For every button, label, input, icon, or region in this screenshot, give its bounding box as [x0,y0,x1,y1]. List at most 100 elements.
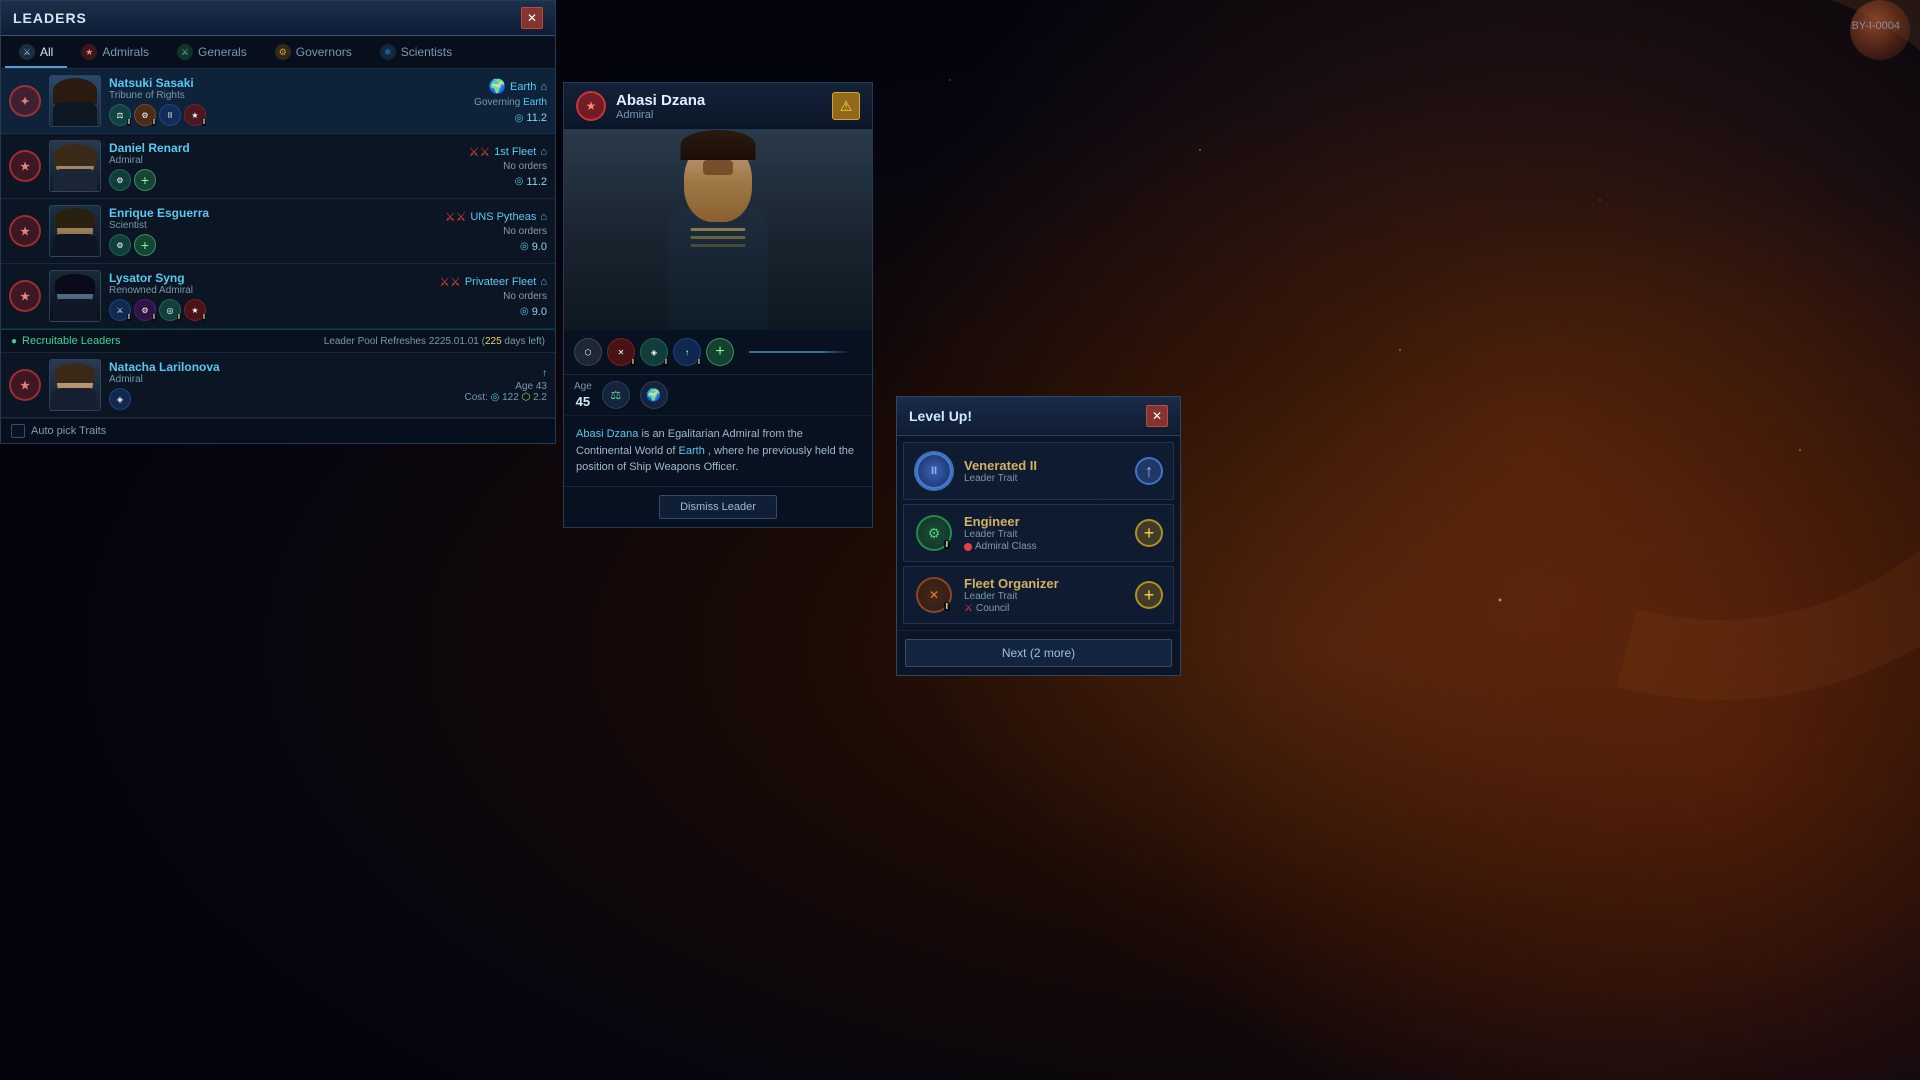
recruitables-title: ● Recruitable Leaders [11,335,121,347]
detail-stats-row: Age 45 ⚖ 🌍 [564,375,872,416]
levelup-title: Level Up! [909,408,972,424]
detail-traits-row: ⬡ ✕I ◈I ↑I + [564,330,872,375]
engineer-trait-name: Engineer [964,514,1125,529]
venerated-trait-icon: II [914,451,954,491]
tab-all-label: All [40,45,53,59]
leader-xp: ◎ 9.0 [427,241,547,253]
leader-list: ✦ Natsuki Sasaki Tribune of Rights ⚖I ⚙I… [1,69,555,329]
leader-assignment: ⚔⚔ Privateer Fleet ⌂ No orders ◎ 9.0 [427,275,547,318]
tab-governors-label: Governors [296,45,352,59]
detail-trait-xp: ↑I [673,338,701,366]
cost-energy-icon: ◎ [491,392,500,403]
next-button[interactable]: Next (2 more) [905,639,1172,667]
recruitable-leader-item[interactable]: ★ Natacha Larilonova Admiral ◈ ↑ Age 43 … [1,353,555,418]
leaders-close-button[interactable]: ✕ [521,7,543,29]
leader-xp: ◎ 11.2 [427,112,547,124]
leader-traits: ⚔I ⚙I ◎I ★I [109,299,419,321]
leader-item[interactable]: ★ Daniel Renard Admiral ⚙ + ⚔⚔ [1,134,555,199]
tab-all-icon: ⚔ [19,44,35,60]
tab-scientists[interactable]: ⚛ Scientists [366,38,466,68]
xp-icon: ◎ [520,306,529,317]
trait-option-fleet-organizer[interactable]: ✕ I Fleet Organizer Leader Trait ⚔ Counc… [903,566,1174,624]
tab-admirals-icon: ★ [81,44,97,60]
fleet-organizer-trait-type: Leader Trait [964,591,1125,602]
engineer-trait-req: Admiral Class [964,541,1125,552]
checkbox[interactable] [11,424,25,438]
leader-traits: ◈ [109,388,419,410]
assignment-location: Earth [510,81,536,93]
leader-class: Renowned Admiral [109,285,419,296]
tab-admirals[interactable]: ★ Admirals [67,38,163,68]
add-trait-button[interactable]: + [134,234,156,256]
leader-portrait [49,140,101,192]
engineer-trait-info: Engineer Leader Trait Admiral Class [964,514,1125,552]
leader-class: Admiral [109,155,419,166]
leader-rank-icon: ★ [9,369,41,401]
leader-rank-icon: ★ [9,150,41,182]
fleet-organizer-trait-req: ⚔ Council [964,603,1125,614]
tab-generals[interactable]: ⚔ Generals [163,38,261,68]
assignment-sub: No orders [427,226,547,237]
trait-icon: ★I [184,104,206,126]
levelup-close-button[interactable]: ✕ [1146,405,1168,427]
leader-name: Daniel Renard [109,141,419,155]
governing-label: Governing [474,97,523,108]
detail-header: ★ Abasi Dzana Admiral ⚠ [564,83,872,130]
tab-all[interactable]: ⚔ All [5,38,67,68]
next-btn-bar: Next (2 more) [897,630,1180,675]
trait-icon: ⚙ [109,234,131,256]
leader-assignment: ⚔⚔ UNS Pytheas ⌂ No orders ◎ 9.0 [427,210,547,253]
fleet-icon: ⚔⚔ [439,275,461,289]
venerated-add-button[interactable]: ↑ [1135,457,1163,485]
bio-world: Earth [679,445,705,457]
leader-item[interactable]: ★ Lysator Syng Renowned Admiral ⚔I ⚙I ◎I… [1,264,555,329]
leader-info: Enrique Esguerra Scientist ⚙ + [109,206,419,256]
tab-generals-label: Generals [198,45,247,59]
leader-name: Natsuki Sasaki [109,76,419,90]
trait-icon: ⚖I [109,104,131,126]
leader-info: Natsuki Sasaki Tribune of Rights ⚖I ⚙I I… [109,76,419,126]
leaders-panel-title: Leaders [13,10,87,26]
leader-traits: ⚙ + [109,234,419,256]
xp-icon: ◎ [520,241,529,252]
cost-row: Cost: ◎ 122 ⬡ 2.2 [427,392,547,403]
detail-trait-nav: ◈I [640,338,668,366]
add-trait-button[interactable]: + [134,169,156,191]
dismiss-leader-button[interactable]: Dismiss Leader [659,495,777,519]
venerated-trait-name: Venerated II [964,458,1125,473]
trait-icon: II [159,104,181,126]
age-label: Age [574,381,592,392]
leader-traits: ⚙ + [109,169,419,191]
leader-item[interactable]: ★ Enrique Esguerra Scientist ⚙ + ⚔⚔ [1,199,555,264]
xp-icon: ◎ [515,176,524,187]
fleet-icon: ⚔⚔ [445,210,467,224]
auto-pick-label: Auto pick Traits [31,425,106,437]
detail-rank-icon: ★ [576,91,606,121]
assignment-sub: Governing Earth [427,97,547,108]
age-value: 45 [576,394,590,409]
council-icon: ⚔ [964,603,973,614]
recruitable-assignment: ↑ Age 43 Cost: ◎ 122 ⬡ 2.2 [427,368,547,403]
leader-info: Natacha Larilonova Admiral ◈ [109,360,419,410]
detail-leader-name: Abasi Dzana [616,92,822,109]
trait-option-engineer[interactable]: ⚙ I Engineer Leader Trait Admiral Class … [903,504,1174,562]
detail-name-section: Abasi Dzana Admiral [616,92,822,121]
tab-governors[interactable]: ⚙ Governors [261,38,366,68]
leader-item[interactable]: ✦ Natsuki Sasaki Tribune of Rights ⚖I ⚙I… [1,69,555,134]
fleet-organizer-add-button[interactable]: + [1135,581,1163,609]
leader-class: Scientist [109,220,419,231]
leaders-title-bar: Leaders ✕ [1,1,555,36]
trait-icon: ⚙I [134,104,156,126]
recruit-icon: ↑ [542,368,547,379]
fleet-organizer-trait-icon: ✕ I [914,575,954,615]
leader-rank-icon: ★ [9,280,41,312]
auto-pick-checkbox[interactable]: Auto pick Traits [11,424,545,438]
detail-add-trait-button[interactable]: + [706,338,734,366]
trait-icon: ⚙I [134,299,156,321]
trait-icon: ⚙ [109,169,131,191]
leaders-panel: Leaders ✕ ⚔ All ★ Admirals ⚔ Generals ⚙ … [0,0,556,444]
engineer-add-button[interactable]: + [1135,519,1163,547]
earth-icon: 🌍 [489,78,506,95]
trait-option-venerated[interactable]: II Venerated II Leader Trait ↑ [903,442,1174,500]
leader-rank-icon: ✦ [9,85,41,117]
